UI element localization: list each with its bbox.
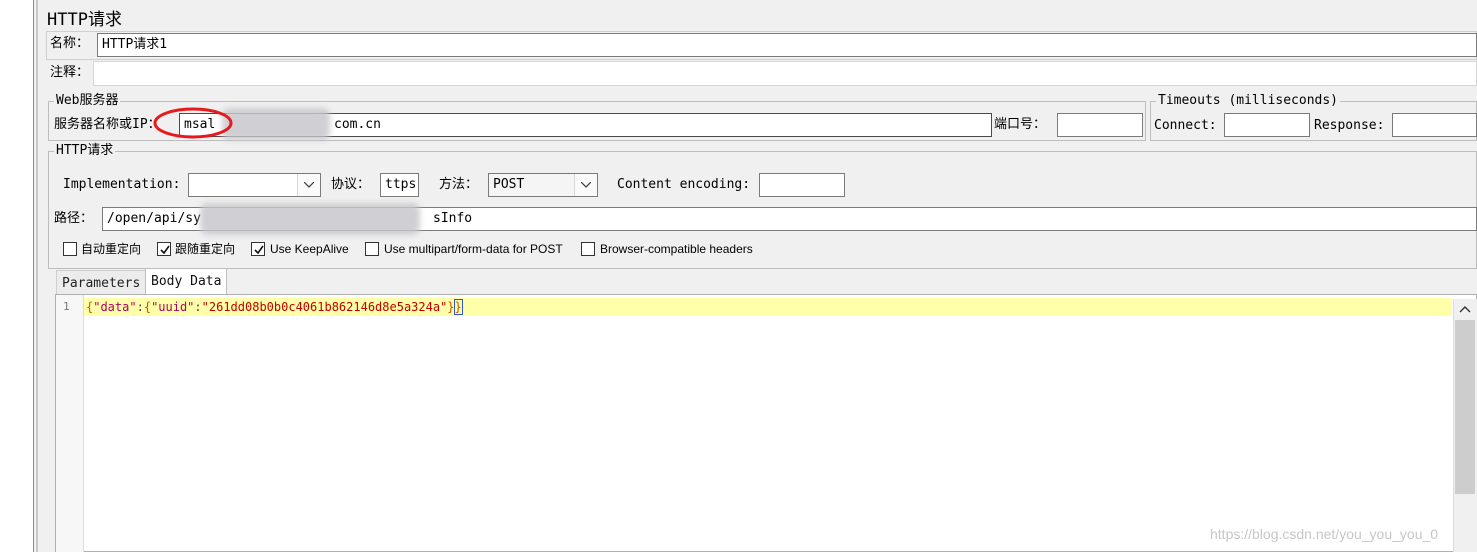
annotation-circle — [153, 107, 233, 139]
redacted-path-blur — [200, 203, 420, 235]
checkmark-icon — [160, 245, 170, 255]
multipart-checkbox[interactable] — [365, 242, 379, 256]
json-colon: : — [136, 300, 144, 314]
path-value-start: /open/api/sy — [107, 211, 201, 226]
web-server-legend: Web服务器 — [54, 93, 121, 109]
panel-title: HTTP请求 — [47, 10, 122, 30]
json-key-uuid: "uuid" — [151, 300, 195, 314]
follow-redirect-label: 跟随重定向 — [175, 242, 236, 256]
auto-redirect-label: 自动重定向 — [81, 242, 142, 256]
http-request-legend: HTTP请求 — [54, 143, 116, 159]
server-label: 服务器名称或IP： — [54, 117, 161, 132]
method-select[interactable]: POST — [488, 173, 598, 197]
encoding-label: Content encoding: — [617, 177, 751, 192]
scrollbar-thumb[interactable] — [1455, 320, 1475, 494]
path-value-end: sInfo — [433, 211, 473, 226]
json-key-data: "data" — [93, 300, 137, 314]
response-label: Response: — [1314, 118, 1385, 133]
json-brace: { — [143, 300, 152, 314]
line-number: 1 — [63, 300, 70, 313]
server-value-end: com.cn — [334, 117, 381, 132]
splitter[interactable] — [36, 0, 38, 552]
method-label: 方法： — [439, 177, 479, 192]
protocol-label: 协议： — [331, 177, 371, 192]
tree-panel-edge — [0, 0, 34, 552]
checkmark-icon — [254, 245, 264, 255]
tab-parameters[interactable]: Parameters — [56, 270, 147, 295]
chevron-down-icon — [574, 174, 597, 196]
connect-label: Connect: — [1154, 118, 1217, 133]
name-label: 名称： — [50, 36, 90, 51]
follow-redirect-checkbox[interactable] — [157, 242, 171, 256]
browser-headers-label: Browser-compatible headers — [600, 242, 753, 256]
body-data-editor[interactable] — [55, 294, 1477, 552]
comment-input[interactable] — [93, 61, 1477, 86]
port-label: 端口号： — [994, 117, 1047, 132]
body-code-line[interactable]: {"data":{"uuid":"261dd08b0b0c4061b862146… — [86, 299, 463, 315]
implementation-label: Implementation: — [63, 177, 181, 192]
json-colon: : — [194, 300, 202, 314]
watermark: https://blog.csdn.net/you_you_you_0 — [1210, 526, 1439, 542]
connect-input[interactable] — [1224, 113, 1310, 137]
path-label: 路径： — [54, 211, 94, 226]
timeouts-legend: Timeouts (milliseconds) — [1156, 93, 1341, 109]
comment-label: 注释： — [50, 65, 90, 80]
response-input[interactable] — [1392, 113, 1477, 137]
browser-headers-checkbox[interactable] — [581, 242, 595, 256]
implementation-select[interactable] — [188, 173, 321, 197]
json-value-uuid: "261dd08b0b0c4061b862146d8e5a324a" — [201, 300, 448, 314]
keepalive-checkbox[interactable] — [251, 242, 265, 256]
auto-redirect-checkbox[interactable] — [63, 242, 77, 256]
encoding-input[interactable] — [759, 173, 845, 197]
multipart-label: Use multipart/form-data for POST — [384, 242, 563, 256]
json-brace: } — [447, 300, 455, 314]
scroll-up-icon[interactable] — [1458, 304, 1472, 314]
json-brace-matched: } — [453, 299, 463, 315]
name-input[interactable]: HTTP请求1 — [97, 33, 1477, 57]
port-input[interactable] — [1057, 113, 1143, 137]
tab-body-data[interactable]: Body Data — [145, 268, 228, 295]
protocol-input[interactable]: ttps — [380, 173, 419, 197]
line-number-gutter — [56, 295, 84, 552]
keepalive-label: Use KeepAlive — [270, 242, 349, 256]
chevron-down-icon — [297, 174, 320, 196]
method-value: POST — [493, 177, 525, 192]
